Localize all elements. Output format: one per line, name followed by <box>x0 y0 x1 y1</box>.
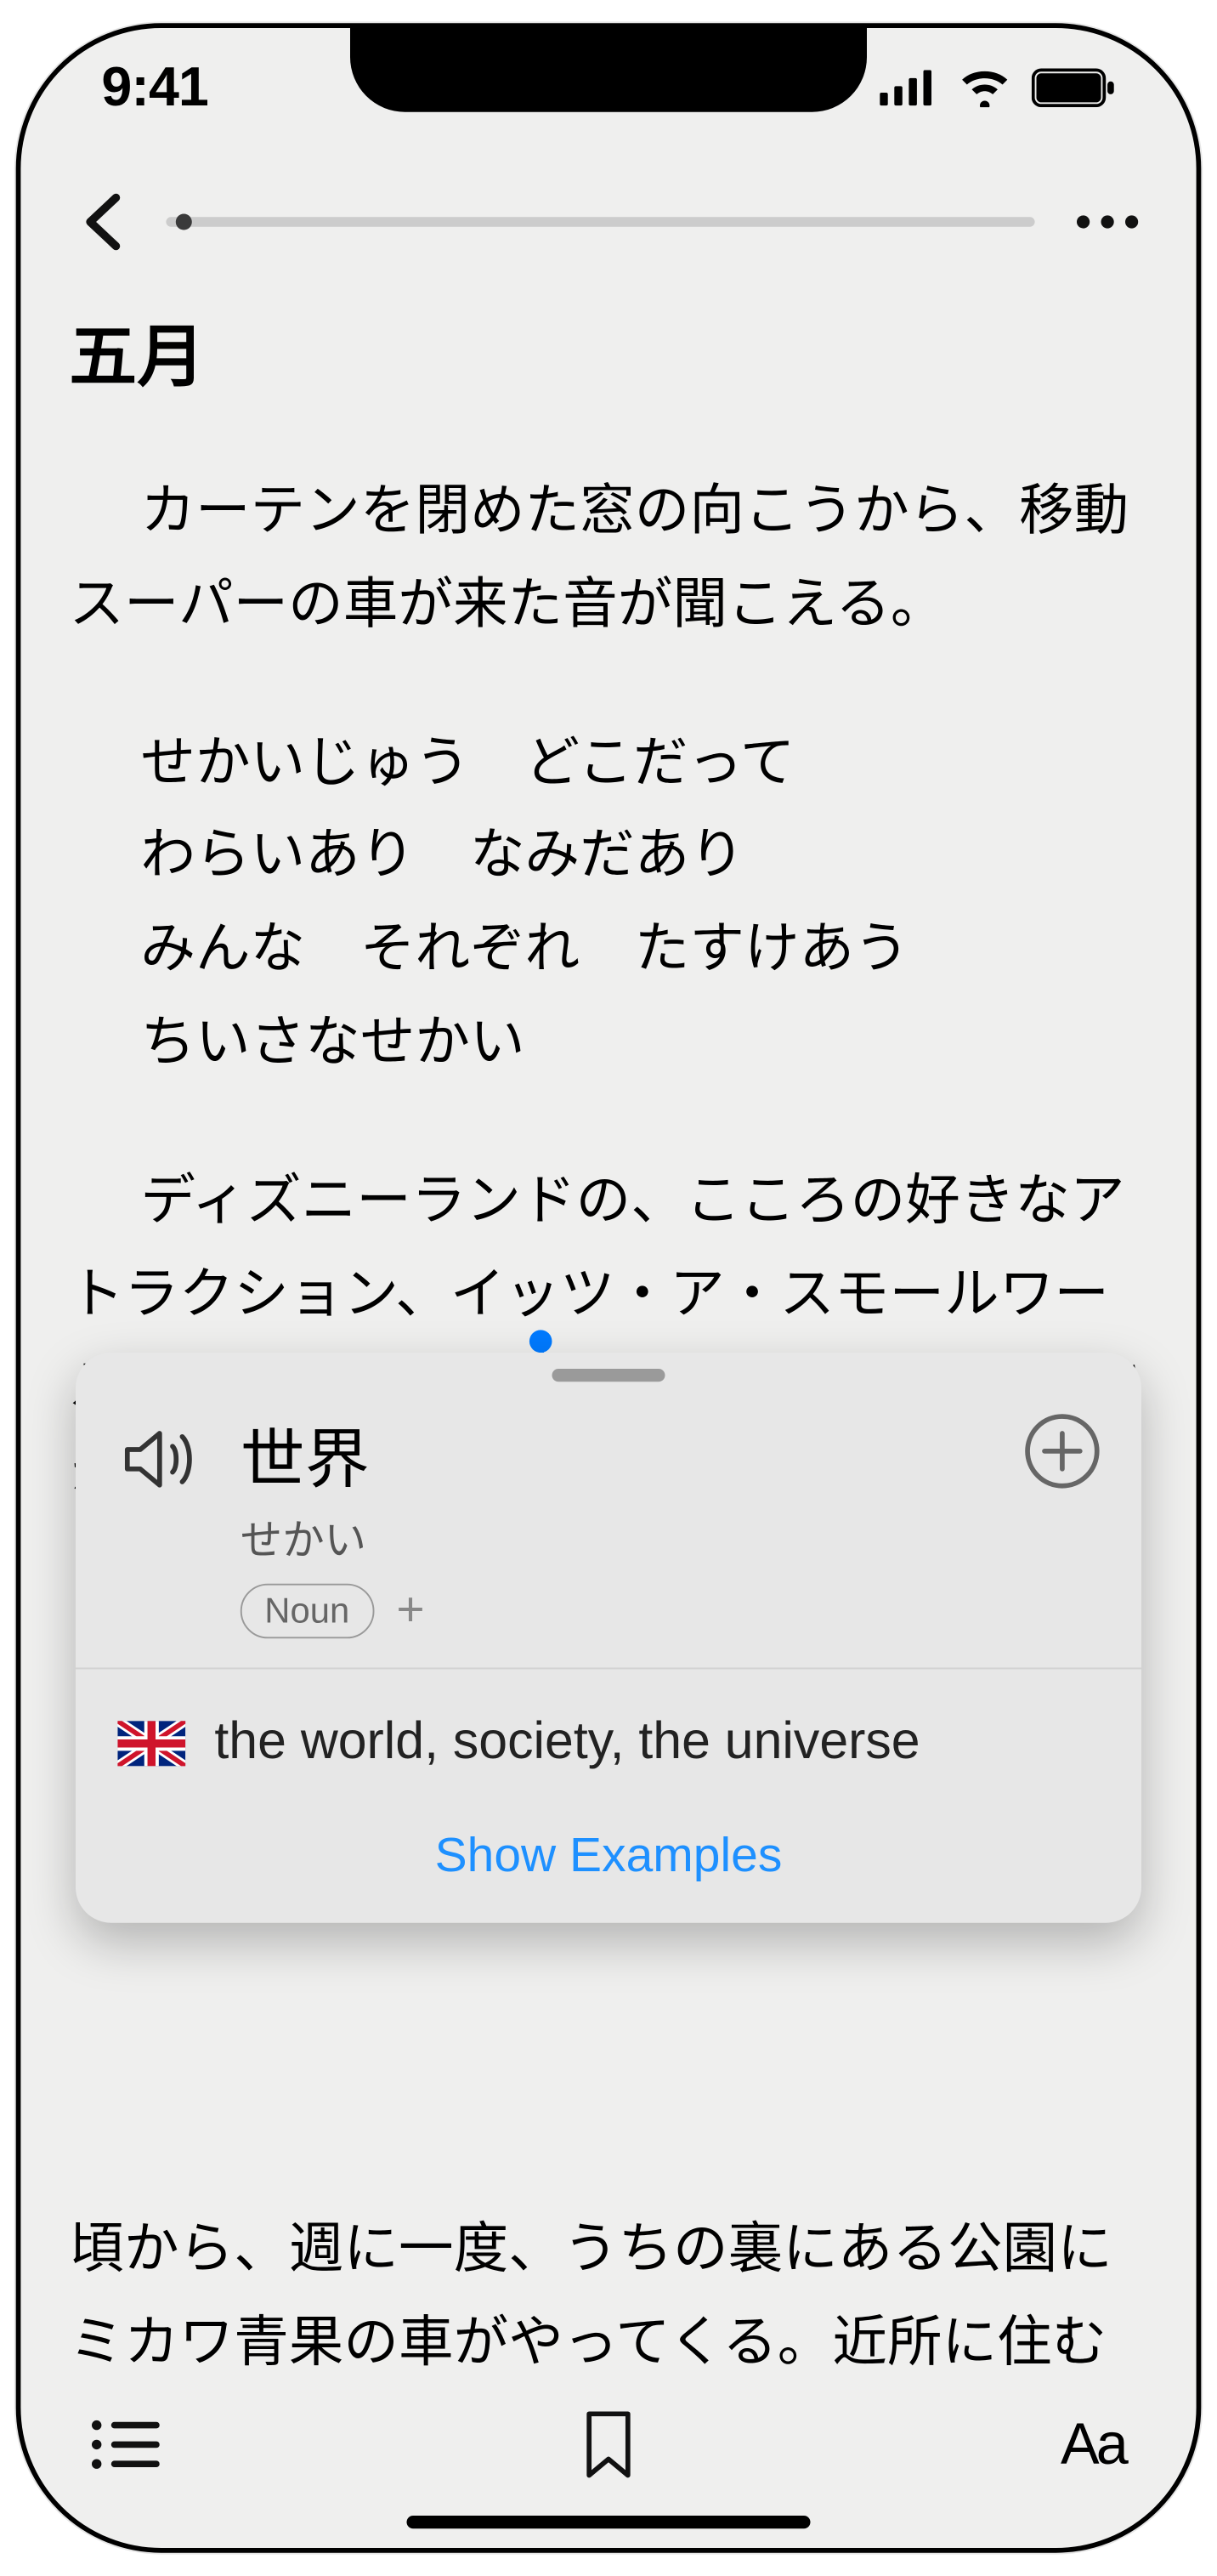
bookmark-icon <box>583 2411 635 2479</box>
reader-content: 五月 カーテンを閉めた窓の向こうから、移動スーパーの車が来た音が聞こえる。 せか… <box>69 303 1147 2386</box>
dictionary-reading: せかい <box>241 1507 987 1567</box>
lyrics-block[interactable]: せかいじゅう どこだって わらいあり なみだあり みんな それぞれ たすけあう … <box>140 718 1147 1091</box>
lyrics-line: わらいあり なみだあり <box>140 810 1147 904</box>
plus-icon <box>1041 1430 1083 1472</box>
speaker-icon <box>121 1424 198 1495</box>
chevron-left-icon <box>81 191 122 252</box>
paragraph[interactable]: カーテンを閉めた窓の向こうから、移動スーパーの車が来た音が聞こえる。 <box>69 466 1147 653</box>
dictionary-word: 世界 <box>241 1408 987 1501</box>
reading-progress[interactable] <box>166 217 1034 226</box>
top-nav <box>20 173 1196 270</box>
add-pos-button[interactable]: + <box>396 1584 424 1639</box>
lyrics-line: ちいさなせかい <box>140 997 1147 1091</box>
lyrics-line: みんな それぞれ たすけあう <box>140 904 1147 997</box>
add-to-vocab-button[interactable] <box>1025 1414 1099 1488</box>
show-examples-button[interactable]: Show Examples <box>76 1787 1141 1923</box>
bottom-toolbar: Aa <box>20 2396 1196 2493</box>
cellular-icon <box>880 70 937 105</box>
status-indicators <box>880 69 1115 108</box>
phone-frame: 9:41 五月 カーテンを閉めた窓の向こうから、移動スーパーの車が来た音が聞こえ… <box>16 23 1202 2552</box>
lyrics-line: せかいじゅう どこだって <box>140 718 1147 811</box>
definition-text: the world, society, the universe <box>214 1711 920 1771</box>
more-icon <box>1075 214 1140 230</box>
text-settings-button[interactable]: Aa <box>1048 2399 1138 2489</box>
drag-handle[interactable] <box>552 1369 665 1382</box>
list-icon <box>88 2417 160 2472</box>
back-button[interactable] <box>69 190 133 254</box>
selection-dot-start[interactable] <box>529 1331 552 1353</box>
part-of-speech-badge: Noun <box>241 1584 374 1639</box>
dictionary-body: the world, society, the universe <box>76 1669 1141 1787</box>
status-time: 9:41 <box>101 56 208 119</box>
contents-button[interactable] <box>79 2399 169 2489</box>
play-audio-button[interactable] <box>117 1417 201 1501</box>
device-notch <box>350 28 867 112</box>
dictionary-panel[interactable]: 世界 せかい Noun + the world, society, the un… <box>76 1353 1141 1923</box>
more-menu-button[interactable] <box>1067 190 1148 254</box>
dictionary-header: 世界 せかい Noun + <box>76 1392 1141 1670</box>
wifi-icon <box>957 69 1012 108</box>
paragraph[interactable]: 頃から、週に一度、うちの裏にある公園にミカワ青果の車がやってくる。近所に住むお年… <box>69 2204 1147 2386</box>
uk-flag-icon <box>117 1718 185 1763</box>
chapter-title: 五月 <box>69 303 1147 401</box>
bookmark-button[interactable] <box>563 2399 654 2489</box>
progress-thumb[interactable] <box>176 214 192 230</box>
battery-icon <box>1032 69 1116 108</box>
home-indicator[interactable] <box>407 2516 811 2528</box>
